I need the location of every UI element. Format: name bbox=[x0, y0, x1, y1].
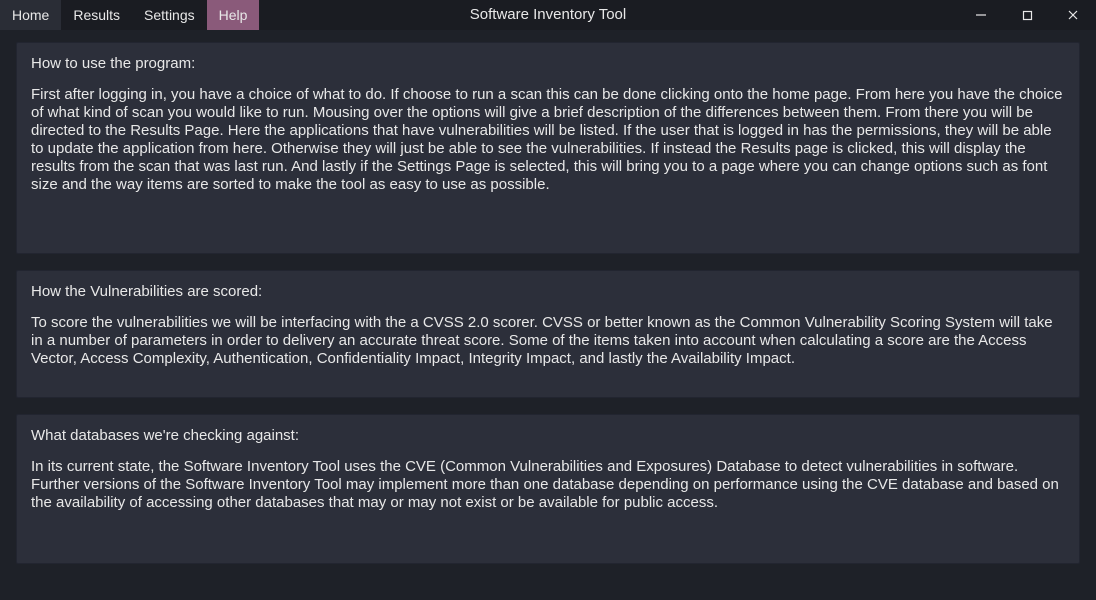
menubar: Home Results Settings Help bbox=[0, 0, 259, 30]
panel-databases-heading: What databases we're checking against: bbox=[31, 427, 1065, 444]
panel-scored-body: To score the vulnerabilities we will be … bbox=[31, 314, 1065, 368]
panel-howto: How to use the program: First after logg… bbox=[16, 42, 1080, 254]
menu-settings[interactable]: Settings bbox=[132, 0, 207, 30]
minimize-button[interactable] bbox=[958, 0, 1004, 30]
panel-howto-heading: How to use the program: bbox=[31, 55, 1065, 72]
panel-scored-heading: How the Vulnerabilities are scored: bbox=[31, 283, 1065, 300]
panel-scored: How the Vulnerabilities are scored: To s… bbox=[16, 270, 1080, 398]
titlebar: Home Results Settings Help Software Inve… bbox=[0, 0, 1096, 30]
maximize-icon bbox=[1022, 10, 1033, 21]
menu-results[interactable]: Results bbox=[61, 0, 132, 30]
help-content: How to use the program: First after logg… bbox=[0, 30, 1096, 592]
close-button[interactable] bbox=[1050, 0, 1096, 30]
close-icon bbox=[1067, 9, 1079, 21]
minimize-icon bbox=[975, 9, 987, 21]
window-controls bbox=[958, 0, 1096, 30]
maximize-button[interactable] bbox=[1004, 0, 1050, 30]
menu-help[interactable]: Help bbox=[207, 0, 260, 30]
panel-howto-body: First after logging in, you have a choic… bbox=[31, 86, 1065, 194]
panel-databases-body: In its current state, the Software Inven… bbox=[31, 458, 1065, 512]
menu-home[interactable]: Home bbox=[0, 0, 61, 30]
panel-databases: What databases we're checking against: I… bbox=[16, 414, 1080, 564]
window-title: Software Inventory Tool bbox=[470, 0, 626, 30]
